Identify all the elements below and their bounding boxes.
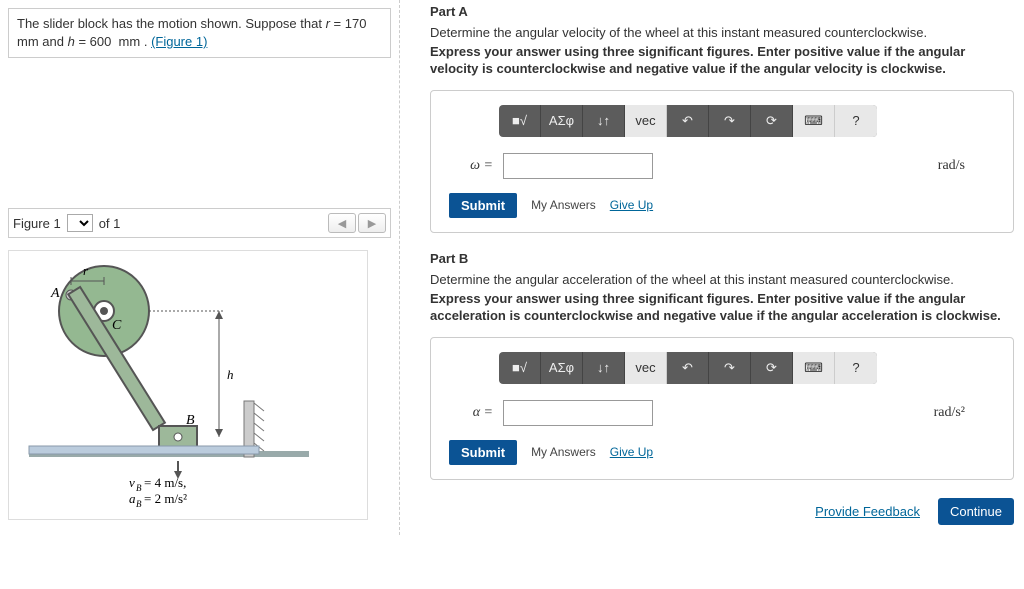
figure-label: Figure 1 — [13, 216, 61, 231]
help-tool-b[interactable]: ? — [835, 352, 877, 384]
my-answers-b[interactable]: My Answers — [531, 445, 596, 459]
keyboard-tool-b[interactable]: ⌨ — [793, 352, 835, 384]
template-tool-b[interactable]: ■√ — [499, 352, 541, 384]
reset-tool[interactable]: ⟳ — [751, 105, 793, 137]
provide-feedback-link[interactable]: Provide Feedback — [815, 504, 920, 519]
svg-text:B: B — [136, 483, 142, 493]
part-a-answer-area: ■√ ΑΣφ ↓↑ vec ↶ ↷ ⟳ ⌨ ? ω = rad/s Submit… — [430, 90, 1014, 233]
prev-figure-button[interactable]: ◀ — [328, 213, 356, 233]
part-a-instruction1: Determine the angular velocity of the wh… — [430, 25, 1014, 40]
vb-label: v — [129, 475, 135, 490]
part-b-instruction2: Express your answer using three signific… — [430, 291, 1014, 325]
svg-text:= 4 m/s,: = 4 m/s, — [144, 475, 186, 490]
part-a-title: Part A — [430, 4, 1014, 19]
figure-of: of 1 — [99, 216, 121, 231]
submit-a-button[interactable]: Submit — [449, 193, 517, 218]
r-eq: r — [326, 16, 330, 31]
alpha-label: α = — [449, 405, 493, 421]
vec-tool[interactable]: vec — [625, 105, 667, 137]
undo-tool[interactable]: ↶ — [667, 105, 709, 137]
continue-button[interactable]: Continue — [938, 498, 1014, 525]
vec-tool-b[interactable]: vec — [625, 352, 667, 384]
footer: Provide Feedback Continue — [430, 498, 1014, 525]
figure-link[interactable]: (Figure 1) — [151, 34, 207, 49]
label-C: C — [112, 318, 122, 333]
part-a-section: Part A Determine the angular velocity of… — [430, 4, 1014, 233]
part-a-instruction2: Express your answer using three signific… — [430, 44, 1014, 78]
figure-nav: Figure 1 of 1 ◀ ▶ — [8, 208, 391, 238]
label-B: B — [186, 413, 195, 428]
part-b-section: Part B Determine the angular acceleratio… — [430, 251, 1014, 480]
give-up-b[interactable]: Give Up — [610, 445, 653, 459]
problem-text: The slider block has the motion shown. S… — [17, 16, 326, 31]
subsup-tool[interactable]: ↓↑ — [583, 105, 625, 137]
next-figure-button[interactable]: ▶ — [358, 213, 386, 233]
figure-select[interactable] — [67, 214, 93, 232]
template-tool[interactable]: ■√ — [499, 105, 541, 137]
label-h: h — [227, 367, 234, 382]
alpha-unit: rad/s² — [934, 405, 965, 421]
toolbar-a: ■√ ΑΣφ ↓↑ vec ↶ ↷ ⟳ ⌨ ? — [499, 105, 877, 137]
undo-tool-b[interactable]: ↶ — [667, 352, 709, 384]
redo-tool[interactable]: ↷ — [709, 105, 751, 137]
h-eq: h — [68, 34, 75, 49]
figure-image: A C r B h v B = 4 m/s, a B = 2 m/ — [8, 250, 368, 520]
reset-tool-b[interactable]: ⟳ — [751, 352, 793, 384]
omega-label: ω = — [449, 158, 493, 174]
alpha-input[interactable] — [503, 400, 653, 426]
help-tool[interactable]: ? — [835, 105, 877, 137]
my-answers-a[interactable]: My Answers — [531, 198, 596, 212]
part-b-title: Part B — [430, 251, 1014, 266]
period: . — [144, 34, 151, 49]
toolbar-b: ■√ ΑΣφ ↓↑ vec ↶ ↷ ⟳ ⌨ ? — [499, 352, 877, 384]
and: and — [42, 34, 67, 49]
part-b-instruction1: Determine the angular acceleration of th… — [430, 272, 1014, 287]
svg-text:B: B — [136, 499, 142, 509]
svg-text:= 2 m/s²: = 2 m/s² — [144, 491, 187, 506]
omega-unit: rad/s — [938, 158, 965, 174]
keyboard-tool[interactable]: ⌨ — [793, 105, 835, 137]
give-up-a[interactable]: Give Up — [610, 198, 653, 212]
part-b-answer-area: ■√ ΑΣφ ↓↑ vec ↶ ↷ ⟳ ⌨ ? α = rad/s² Submi… — [430, 337, 1014, 480]
greek-tool-b[interactable]: ΑΣφ — [541, 352, 583, 384]
greek-tool[interactable]: ΑΣφ — [541, 105, 583, 137]
ab-label: a — [129, 491, 136, 506]
redo-tool-b[interactable]: ↷ — [709, 352, 751, 384]
omega-input[interactable] — [503, 153, 653, 179]
label-A: A — [50, 286, 60, 301]
subsup-tool-b[interactable]: ↓↑ — [583, 352, 625, 384]
submit-b-button[interactable]: Submit — [449, 440, 517, 465]
problem-statement: The slider block has the motion shown. S… — [8, 8, 391, 58]
